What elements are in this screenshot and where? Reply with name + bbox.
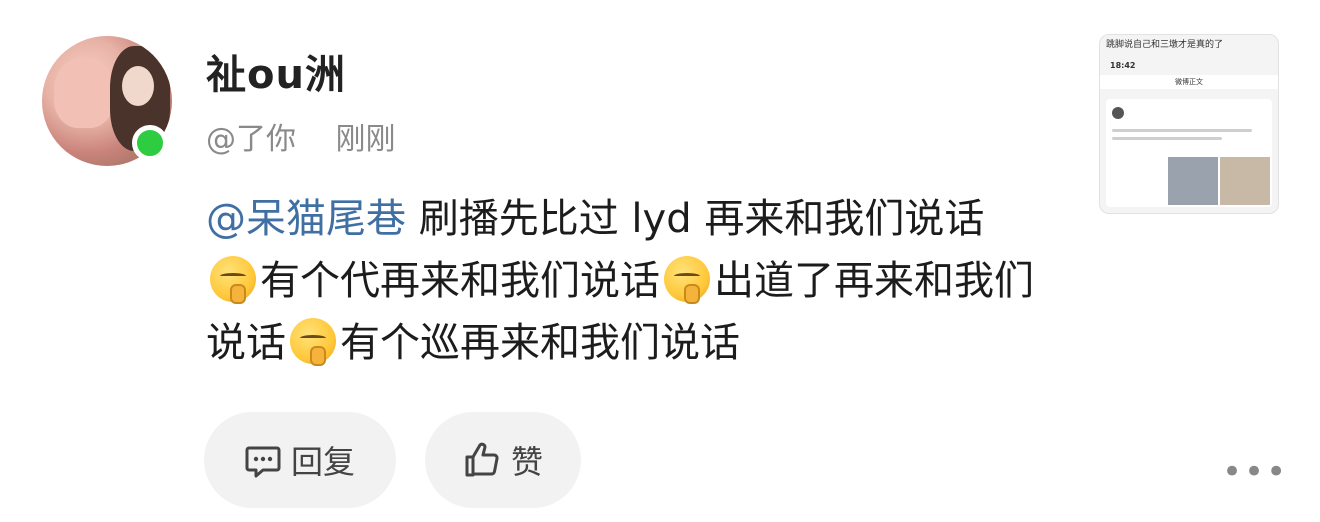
- reply-button[interactable]: 回复: [204, 412, 396, 508]
- avatar-face-shape: [122, 66, 154, 106]
- like-button[interactable]: 赞: [425, 412, 581, 508]
- thumbnail-photo: [1220, 157, 1270, 205]
- mention-link[interactable]: @呆猫尾巷: [206, 196, 406, 242]
- thumbnail-text-line: [1112, 129, 1252, 132]
- user-handle[interactable]: @了你: [206, 122, 296, 157]
- thumbnail-nav-title: 微博正文: [1100, 75, 1278, 89]
- comment-time: 刚刚: [335, 122, 396, 157]
- thumbnail-avatar: [1112, 107, 1124, 119]
- thumbnail-status-time: 18:42: [1110, 61, 1136, 70]
- comment-segment: 有个巡再来和我们说话: [340, 320, 740, 366]
- comment-meta: @了你 刚刚: [206, 114, 396, 158]
- like-label: 赞: [510, 443, 543, 481]
- comment-segment: 刷播先比过 lyd 再来和我们说话: [406, 196, 985, 242]
- comment-text: @呆猫尾巷 刷播先比过 lyd 再来和我们说话有个代再来和我们说话 出道了再来和我…: [206, 188, 1036, 374]
- thumbnail-text: 跳脚说自己和三墩才是真的了: [1106, 40, 1224, 50]
- shushing-face-icon: [210, 256, 256, 304]
- user-name[interactable]: 祉ou洲: [206, 42, 346, 100]
- reply-label: 回复: [290, 443, 355, 481]
- shushing-face-icon: [290, 318, 336, 366]
- attached-image-thumbnail[interactable]: 跳脚说自己和三墩才是真的了 18:42 微博正文: [1099, 34, 1279, 214]
- thumbs-up-icon: [465, 442, 499, 477]
- more-options-icon[interactable]: •••: [1222, 452, 1288, 492]
- shushing-face-icon: [664, 256, 710, 304]
- comment-segment: 有个代再来和我们说话: [260, 258, 660, 304]
- online-status-icon: [132, 125, 168, 161]
- thumbnail-post-card: [1106, 99, 1272, 207]
- comment-icon: [245, 446, 281, 478]
- thumbnail-photo: [1168, 157, 1218, 205]
- avatar-plush-shape: [54, 58, 114, 128]
- thumbnail-text-line: [1112, 137, 1222, 140]
